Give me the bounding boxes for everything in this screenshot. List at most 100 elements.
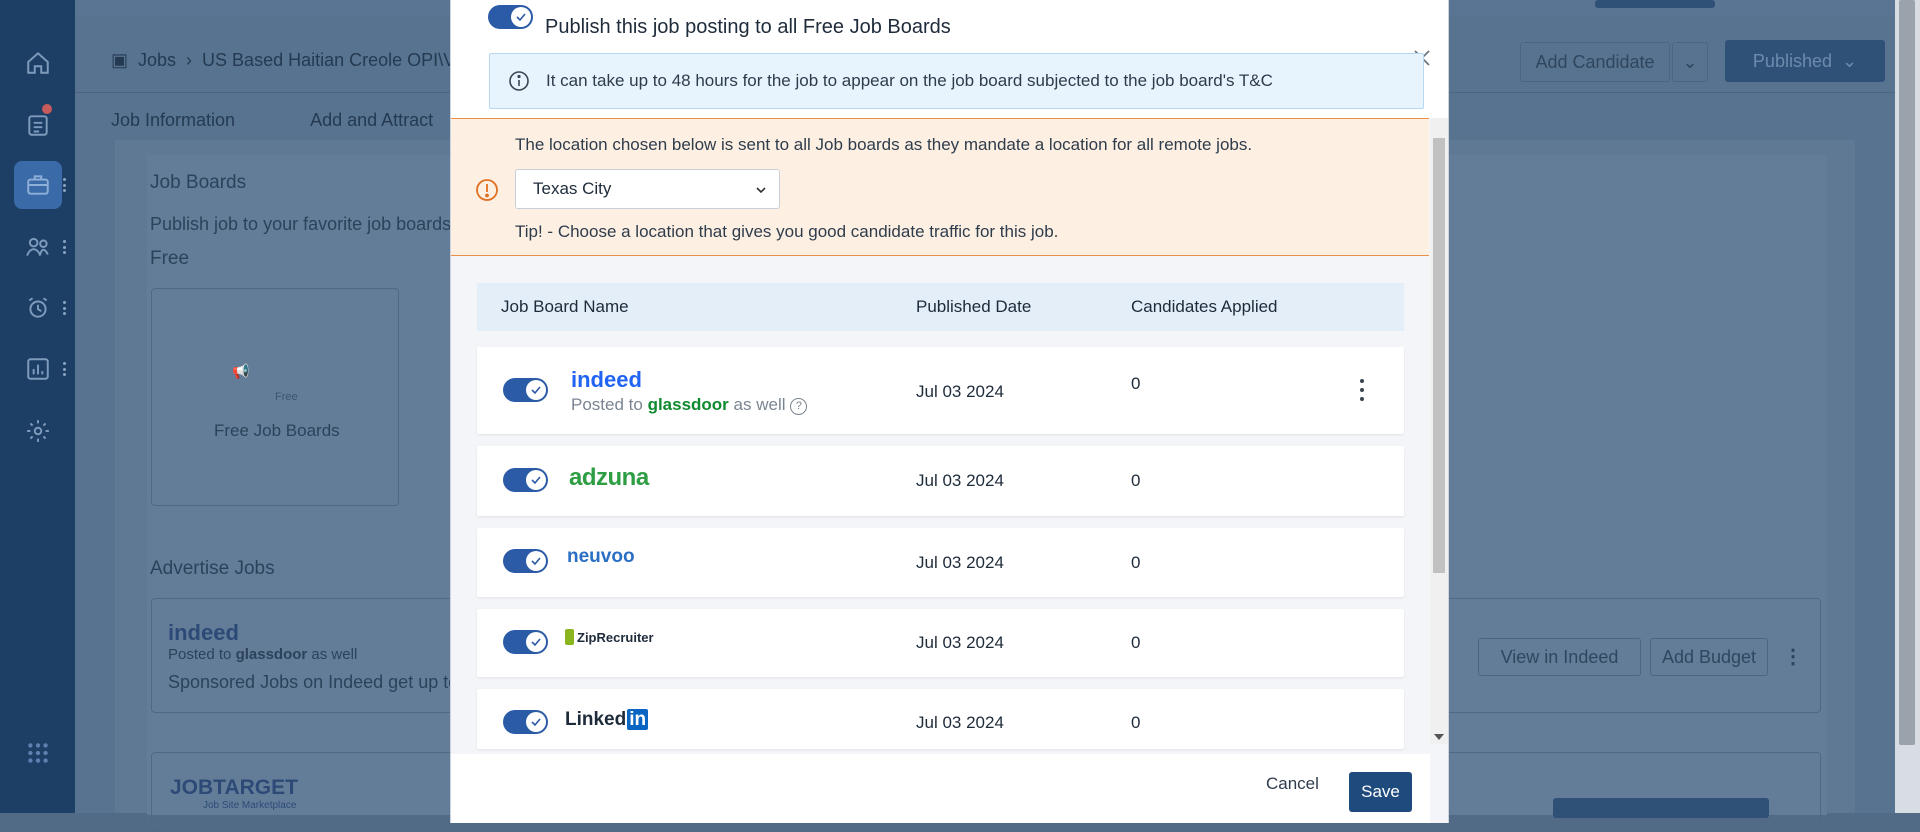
- modal-header: Publish this job posting to all Free Job…: [451, 0, 1448, 118]
- people-icon: [25, 237, 49, 256]
- candidates-applied: 0: [1131, 633, 1141, 652]
- as-well-label: as well: [733, 395, 786, 414]
- free-badge: Free: [275, 391, 298, 403]
- table-row: Linked in Jul 03 2024 0: [477, 689, 1404, 749]
- breadcrumb-job[interactable]: US Based Haitian Creole OPI\V: [202, 50, 455, 71]
- sidebar: [0, 0, 75, 813]
- published-date: Jul 03 2024: [916, 633, 1004, 652]
- check-icon: [531, 386, 541, 395]
- breadcrumb-jobs[interactable]: Jobs: [138, 50, 176, 71]
- ziprecruiter-icon: [565, 629, 574, 645]
- info-icon: [509, 71, 529, 91]
- sidebar-item-jobs[interactable]: [0, 160, 75, 210]
- table-row: ZipRecruiter Jul 03 2024 0: [477, 609, 1404, 677]
- candidates-applied: 0: [1131, 553, 1141, 572]
- published-date: Jul 03 2024: [916, 471, 1004, 490]
- indeed-logo: indeed: [571, 367, 642, 392]
- candidates-applied: 0: [1131, 471, 1141, 490]
- home-icon: [26, 51, 49, 74]
- publish-title: Publish this job posting to all Free Job…: [545, 16, 951, 38]
- ziprecruiter-logo: ZipRecruiter: [577, 630, 654, 645]
- sidebar-item-home[interactable]: [0, 38, 75, 88]
- clipboard-icon: [27, 115, 48, 136]
- indeed-toggle[interactable]: [503, 378, 548, 402]
- neuvoo-toggle[interactable]: [503, 549, 548, 573]
- table-row: neuvoo Jul 03 2024 0: [477, 528, 1404, 597]
- sidebar-item-reports[interactable]: [0, 344, 75, 394]
- location-warning: The location chosen below is sent to all…: [451, 118, 1429, 256]
- as-well-label: as well: [311, 646, 358, 663]
- free-job-boards-modal: Publish this job posting to all Free Job…: [450, 0, 1449, 823]
- free-job-boards-label: Free Job Boards: [214, 421, 340, 440]
- sidebar-item-reminders[interactable]: [0, 283, 75, 333]
- advertise-jobs-title: Advertise Jobs: [150, 558, 275, 579]
- adzuna-toggle[interactable]: [503, 468, 548, 492]
- job-boards-title: Job Boards: [150, 172, 247, 193]
- location-select[interactable]: Texas City: [515, 169, 780, 209]
- indeed-logo: indeed: [168, 620, 239, 645]
- published-label: Published: [1752, 50, 1832, 71]
- more-options-icon[interactable]: ⋮: [1783, 644, 1803, 669]
- sidebar-item-settings[interactable]: [0, 406, 75, 456]
- glassdoor-label: glassdoor: [647, 395, 729, 414]
- adzuna-logo: adzuna: [569, 464, 649, 491]
- glassdoor-label: glassdoor: [235, 646, 308, 663]
- candidates-applied: 0: [1131, 374, 1141, 393]
- add-candidate-button[interactable]: Add Candidate: [1520, 42, 1670, 82]
- check-icon: [516, 13, 526, 22]
- alarm-icon: [28, 297, 47, 318]
- megaphone-icon: 📢: [232, 363, 250, 379]
- published-date: Jul 03 2024: [916, 713, 1004, 732]
- posted-to-label: Posted to: [571, 395, 643, 414]
- linkedin-logo: Linked in: [565, 709, 649, 731]
- add-candidate-dropdown[interactable]: ⌄: [1672, 42, 1708, 82]
- free-label: Free: [150, 248, 190, 269]
- jobtarget-button[interactable]: [1553, 798, 1769, 818]
- warning-icon: [476, 179, 498, 201]
- published-date: Jul 03 2024: [916, 382, 1004, 401]
- chevron-down-icon: [756, 187, 766, 194]
- check-icon: [531, 557, 541, 566]
- linkedin-toggle[interactable]: [503, 710, 548, 734]
- check-icon: [531, 718, 541, 727]
- breadcrumb: ▣ Jobs › US Based Haitian Creole OPI\V: [111, 50, 455, 71]
- free-job-boards-card[interactable]: 📢 Free Free Job Boards: [151, 288, 399, 506]
- tab-job-information[interactable]: Job Information: [111, 110, 235, 131]
- job-boards-subtitle: Publish job to your favorite job boards: [150, 214, 452, 234]
- jobtarget-subtitle: Job Site Marketplace: [203, 800, 297, 811]
- chevron-right-icon: ›: [186, 50, 193, 70]
- posted-to-text: Posted to glassdoor as well ?: [571, 395, 808, 415]
- sponsored-text: Sponsored Jobs on Indeed get up to: [168, 672, 459, 692]
- published-date: Jul 03 2024: [916, 553, 1004, 572]
- more-options-icon[interactable]: [1359, 379, 1365, 401]
- ziprecruiter-toggle[interactable]: [503, 630, 548, 654]
- tab-add-and-attract[interactable]: Add and Attract: [310, 110, 433, 131]
- chart-icon: [26, 358, 49, 380]
- cancel-button[interactable]: Cancel: [1266, 774, 1319, 794]
- sidebar-item-tasks[interactable]: [0, 100, 75, 150]
- location-notice: The location chosen below is sent to all…: [515, 135, 1253, 154]
- briefcase-icon: ▣: [111, 50, 129, 70]
- publish-all-toggle[interactable]: [488, 5, 533, 29]
- view-in-indeed-button[interactable]: View in Indeed: [1478, 638, 1641, 676]
- info-banner: It can take up to 48 hours for the job t…: [489, 53, 1424, 109]
- modal-scrollbar[interactable]: [1430, 118, 1448, 744]
- help-icon[interactable]: ?: [790, 398, 808, 415]
- posted-to-text: Posted to glassdoor as well: [168, 646, 357, 663]
- top-action-button[interactable]: [1595, 0, 1715, 8]
- add-budget-button[interactable]: Add Budget: [1650, 638, 1768, 676]
- page-scrollbar[interactable]: [1895, 0, 1920, 813]
- grid-icon: [27, 743, 48, 763]
- sidebar-item-apps[interactable]: [0, 728, 75, 778]
- sidebar-item-candidates[interactable]: [0, 222, 75, 272]
- location-value: Texas City: [533, 179, 612, 198]
- header-job-board-name: Job Board Name: [501, 297, 629, 316]
- table-header: Job Board Name Published Date Candidates…: [477, 283, 1404, 331]
- briefcase-icon: [26, 175, 49, 195]
- notification-dot: [42, 104, 52, 114]
- save-button[interactable]: Save: [1349, 772, 1412, 812]
- published-status-button[interactable]: Published ⌄: [1725, 40, 1885, 82]
- check-icon: [531, 476, 541, 485]
- jobtarget-logo: JOBTARGET: [170, 776, 298, 799]
- candidates-applied: 0: [1131, 713, 1141, 732]
